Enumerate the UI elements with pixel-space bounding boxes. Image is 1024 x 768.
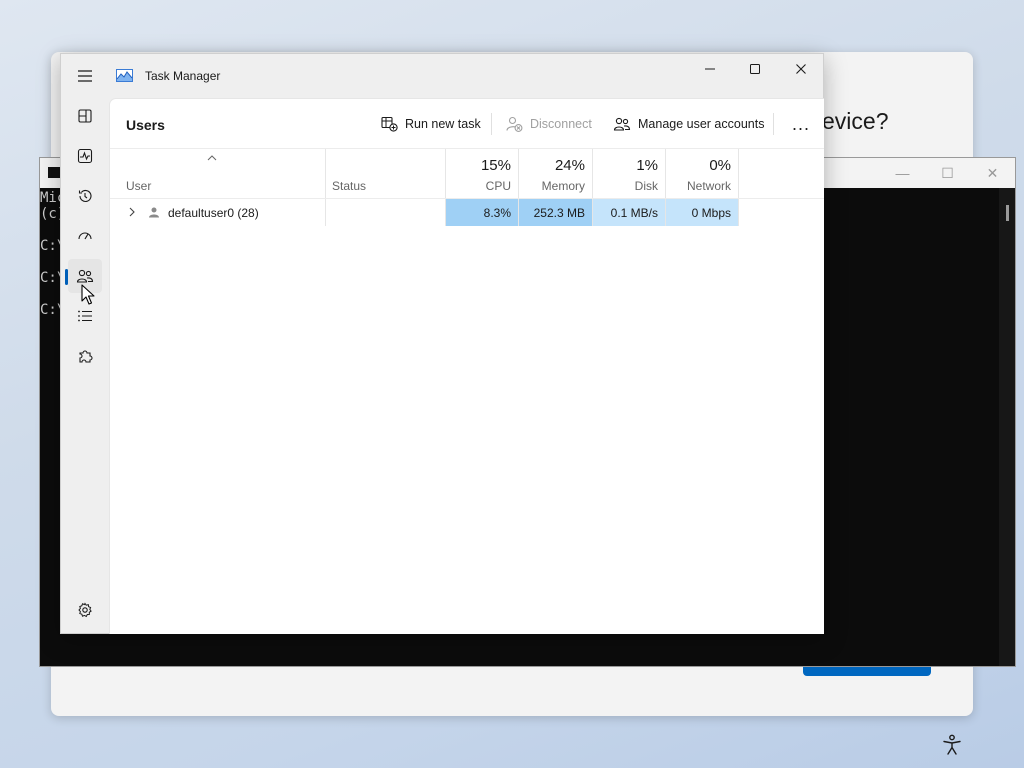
console-close-button[interactable]: ✕ — [970, 158, 1015, 188]
history-icon — [78, 189, 92, 202]
user-avatar-icon — [149, 207, 159, 218]
close-icon — [796, 64, 806, 74]
console-scroll-thumb[interactable] — [1006, 205, 1009, 221]
status-cell — [326, 199, 445, 226]
minimize-button[interactable] — [687, 54, 733, 84]
details-list-icon — [78, 310, 92, 322]
services-puzzle-icon — [79, 350, 93, 363]
nav-startup-apps[interactable] — [68, 219, 102, 253]
manage-user-accounts-button[interactable]: Manage user accounts — [605, 107, 772, 141]
nav-settings[interactable] — [68, 593, 102, 627]
users-page: Users Run new task Disconnect Manage use… — [109, 98, 824, 634]
toolbar-separator — [491, 113, 492, 135]
cpu-total-percent: 15% — [480, 157, 511, 174]
column-header-status[interactable]: Status — [332, 179, 366, 193]
network-total-percent: 0% — [709, 157, 731, 174]
manage-users-icon — [613, 117, 631, 131]
column-divider[interactable] — [738, 149, 739, 226]
more-options-button[interactable]: ... — [785, 107, 817, 141]
accessibility-icon[interactable] — [940, 733, 964, 757]
disconnect-icon — [506, 116, 523, 132]
memory-total-percent: 24% — [554, 157, 585, 174]
manage-user-accounts-label: Manage user accounts — [638, 117, 765, 131]
network-column-label: Network — [686, 179, 731, 193]
network-cell: 0 Mbps — [666, 199, 738, 226]
minimize-icon — [705, 68, 715, 70]
nav-services[interactable] — [68, 339, 102, 373]
hamburger-menu-button[interactable] — [68, 59, 102, 93]
toolbar-separator — [773, 113, 774, 135]
gear-icon — [78, 602, 92, 618]
task-manager-logo-icon — [116, 69, 133, 82]
hamburger-icon — [78, 70, 92, 82]
disk-column-label: Disk — [634, 179, 658, 193]
column-header-disk[interactable]: 1% Disk — [593, 149, 665, 198]
processes-icon — [78, 109, 92, 123]
user-name-cell: defaultuser0 (28) — [168, 205, 259, 220]
performance-icon — [77, 148, 93, 164]
column-header-memory[interactable]: 24% Memory — [519, 149, 592, 198]
maximize-button[interactable] — [732, 54, 778, 84]
window-title: Task Manager — [145, 69, 221, 83]
memory-cell: 252.3 MB — [519, 199, 592, 226]
cpu-cell: 8.3% — [446, 199, 518, 226]
nav-performance[interactable] — [68, 139, 102, 173]
task-manager-window[interactable]: Task Manager Users Run new task Disconne… — [60, 53, 824, 634]
column-header-user[interactable]: User — [126, 179, 151, 193]
console-scrollbar[interactable] — [999, 188, 1015, 666]
nav-app-history[interactable] — [68, 179, 102, 213]
console-maximize-button[interactable]: ☐ — [925, 158, 970, 188]
disk-cell: 0.1 MB/s — [593, 199, 665, 226]
disk-total-percent: 1% — [636, 157, 658, 174]
setup-heading: evice? — [822, 108, 889, 134]
run-new-task-label: Run new task — [405, 117, 481, 131]
run-new-task-icon — [381, 116, 398, 132]
column-header-network[interactable]: 0% Network — [666, 149, 738, 198]
users-icon — [76, 269, 94, 283]
chevron-right-icon[interactable] — [128, 207, 136, 217]
mouse-cursor-icon — [81, 284, 95, 305]
run-new-task-button[interactable]: Run new task — [373, 107, 489, 141]
nav-processes[interactable] — [68, 99, 102, 133]
memory-column-label: Memory — [541, 179, 585, 193]
sort-ascending-icon[interactable] — [207, 155, 217, 161]
disconnect-button[interactable]: Disconnect — [498, 107, 600, 141]
close-button[interactable] — [778, 54, 824, 84]
cpu-column-label: CPU — [485, 179, 511, 193]
column-header-cpu[interactable]: 15% CPU — [446, 149, 518, 198]
startup-gauge-icon — [78, 232, 92, 240]
page-title: Users — [126, 117, 165, 133]
console-minimize-button[interactable]: — — [880, 158, 925, 188]
maximize-icon — [750, 64, 760, 74]
disconnect-label: Disconnect — [530, 117, 592, 131]
